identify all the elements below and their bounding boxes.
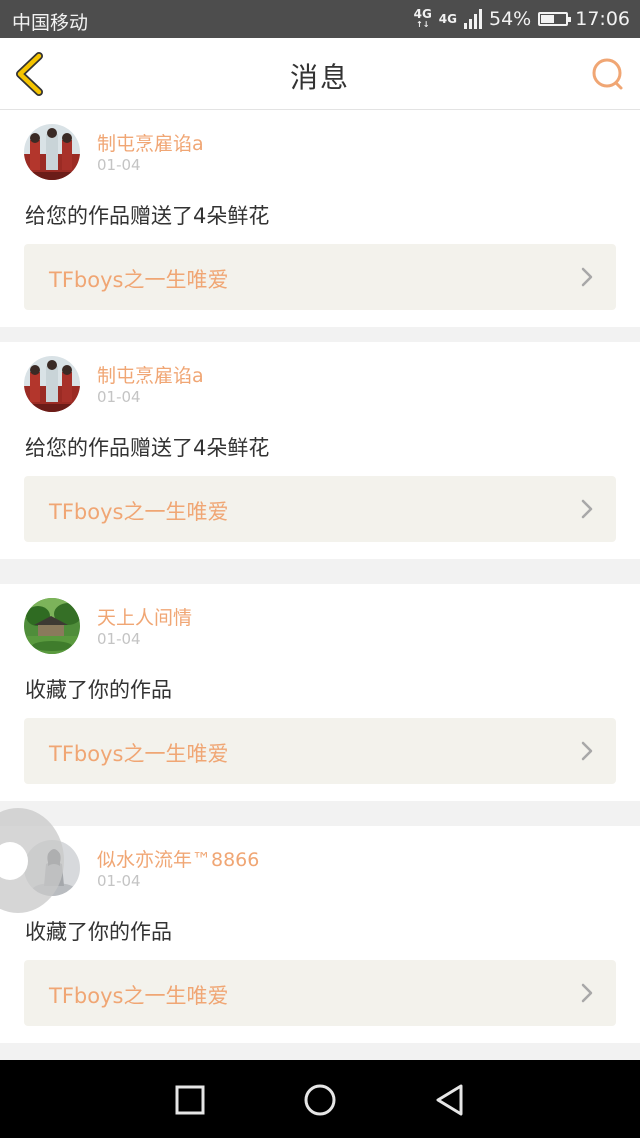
work-title: TFboys之一生唯爱: [49, 500, 229, 524]
network-indicator-2: 4G: [438, 11, 457, 26]
triangle-back-icon: [436, 1084, 463, 1116]
user-avatar[interactable]: [24, 598, 80, 654]
work-title: TFboys之一生唯爱: [49, 268, 229, 292]
square-icon: [175, 1085, 205, 1115]
message-card: 似水亦流年™8866 01-04 收藏了你的作品 TFboys之一生唯爱: [0, 826, 640, 1043]
username[interactable]: 似水亦流年™8866: [97, 845, 259, 872]
username[interactable]: 制屯烹雇谄a: [97, 129, 204, 156]
username[interactable]: 制屯烹雇谄a: [97, 361, 204, 388]
landscape-avatar: [24, 598, 80, 654]
message-text: 给您的作品赠送了4朵鲜花: [25, 436, 270, 460]
battery-fill: [541, 15, 555, 23]
message-date: 01-04: [97, 388, 141, 406]
chevron-right-icon: [581, 499, 593, 519]
network-label: 4G: [438, 11, 457, 26]
signal-icon: [464, 9, 482, 29]
data-arrows-icon: ↑↓: [415, 20, 430, 29]
message-card: 制屯烹雇谄a 01-04 给您的作品赠送了4朵鲜花 TFboys之一生唯爱: [0, 342, 640, 559]
recents-button[interactable]: [172, 1082, 208, 1118]
home-button[interactable]: [302, 1082, 338, 1118]
battery-percent: 54%: [489, 8, 532, 30]
work-title: TFboys之一生唯爱: [49, 984, 229, 1008]
search-button[interactable]: [590, 56, 626, 92]
network-indicator-1: 4G ↑↓: [413, 7, 432, 29]
group-photo-avatar: [24, 124, 80, 180]
status-icons: 4G ↑↓ 4G 54% 17:06: [414, 6, 630, 32]
username[interactable]: 天上人间情: [97, 603, 192, 630]
message-date: 01-04: [97, 156, 141, 174]
page-title: 消息: [289, 61, 350, 94]
message-card: 天上人间情 01-04 收藏了你的作品 TFboys之一生唯爱: [0, 584, 640, 801]
system-navigation-bar: [0, 1060, 640, 1138]
message-text: 收藏了你的作品: [25, 678, 172, 702]
chevron-right-icon: [581, 741, 593, 761]
status-bar: 中国移动 4G ↑↓ 4G 54% 17:06: [0, 0, 640, 38]
user-avatar[interactable]: [24, 124, 80, 180]
work-link[interactable]: TFboys之一生唯爱: [24, 476, 616, 542]
message-date: 01-04: [97, 872, 141, 890]
battery-icon: [538, 12, 572, 26]
floating-button-core: [0, 842, 28, 880]
message-text: 给您的作品赠送了4朵鲜花: [25, 204, 270, 228]
app-header: 消息: [0, 38, 640, 110]
work-title: TFboys之一生唯爱: [49, 742, 229, 766]
chevron-right-icon: [581, 267, 593, 287]
search-icon: [592, 58, 623, 90]
user-avatar[interactable]: [24, 356, 80, 412]
work-link[interactable]: TFboys之一生唯爱: [24, 718, 616, 784]
chevron-right-icon: [581, 983, 593, 1003]
group-photo-avatar: [24, 356, 80, 412]
circle-icon: [304, 1084, 336, 1116]
message-text: 收藏了你的作品: [25, 920, 172, 944]
carrier-name: 中国移动: [12, 12, 89, 34]
system-back-button[interactable]: [432, 1082, 468, 1118]
work-link[interactable]: TFboys之一生唯爱: [24, 244, 616, 310]
clock: 17:06: [575, 8, 630, 30]
message-date: 01-04: [97, 630, 141, 648]
message-card: 制屯烹雇谄a 01-04 给您的作品赠送了4朵鲜花 TFboys之一生唯爱: [0, 110, 640, 327]
network-label: 4G: [413, 7, 432, 21]
work-link[interactable]: TFboys之一生唯爱: [24, 960, 616, 1026]
